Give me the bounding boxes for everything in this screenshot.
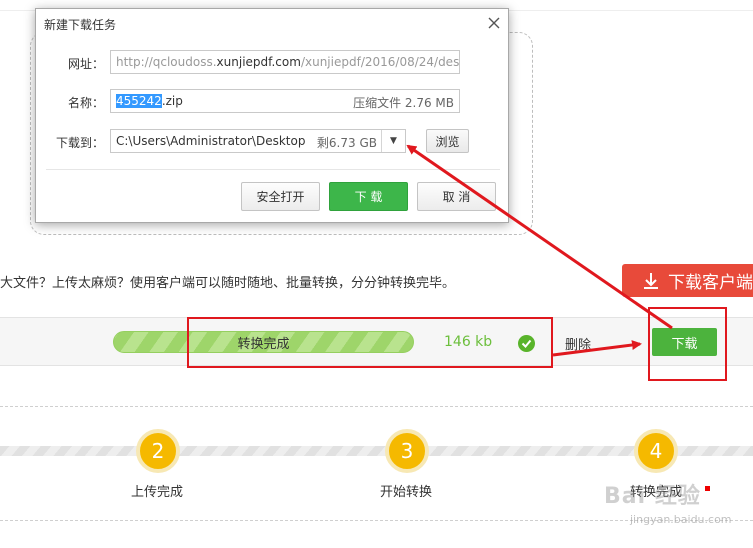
filename-selected-text: 455242 xyxy=(116,94,162,108)
promo-text: 大文件？上传太麻烦？使用客户端可以随时随地、批量转换，分分钟转换完毕。 xyxy=(0,276,456,291)
step-3-circle: 3 xyxy=(385,429,429,473)
download-client-label: 下载客户端 xyxy=(668,273,753,293)
chevron-down-icon[interactable]: ▼ xyxy=(381,130,405,152)
save-path-text: C:\Users\Administrator\Desktop xyxy=(116,134,306,148)
step-4-circle: 4 xyxy=(634,429,678,473)
baidu-watermark-url: jingyan.baidu.com xyxy=(630,513,732,526)
step-2-circle: 2 xyxy=(136,429,180,473)
close-icon[interactable] xyxy=(487,16,501,30)
dialog-download-button[interactable]: 下 载 xyxy=(329,182,408,211)
file-type-size: 压缩文件 2.76 MB xyxy=(353,96,454,110)
annotation-box-progress xyxy=(187,317,553,368)
steps-top-divider xyxy=(0,406,753,407)
url-field[interactable]: http://qcloudoss. xunjiepdf.com/xunjiepdf… xyxy=(110,50,460,74)
name-label: 名称： xyxy=(67,96,104,110)
filename-extension: .zip xyxy=(161,94,183,108)
save-to-label: 下载到： xyxy=(55,136,104,150)
filename-field[interactable]: 455242 .zip 压缩文件 2.76 MB xyxy=(110,89,460,113)
download-client-button[interactable]: 下载客户端 xyxy=(622,264,753,297)
url-host: xunjiepdf.com xyxy=(216,55,301,69)
dialog-separator xyxy=(46,169,500,170)
free-space-text: 剩6.73 GB xyxy=(316,136,377,150)
save-path-field[interactable]: C:\Users\Administrator\Desktop 剩6.73 GB … xyxy=(110,129,406,153)
url-suffix: /xunjiepdf/2016/08/24/des/ xyxy=(300,55,460,69)
download-arrow-icon xyxy=(644,272,658,289)
url-prefix: http://qcloudoss. xyxy=(116,55,217,69)
new-download-dialog: 新建下载任务 网址： http://qcloudoss. xunjiepdf.co… xyxy=(35,8,509,223)
dialog-title: 新建下载任务 xyxy=(44,18,117,32)
browse-button[interactable]: 浏览 xyxy=(426,129,469,153)
baidu-watermark: Bai 经验 xyxy=(604,484,701,509)
step-2-label: 上传完成 xyxy=(131,485,184,500)
step-3-label: 开始转换 xyxy=(380,485,433,500)
annotation-box-download xyxy=(648,307,727,381)
url-label: 网址： xyxy=(67,57,104,71)
delete-link[interactable]: 删除 xyxy=(565,334,591,353)
safe-open-button[interactable]: 安全打开 xyxy=(241,182,320,211)
cancel-button[interactable]: 取 消 xyxy=(417,182,496,211)
red-marker-dot xyxy=(705,486,710,491)
